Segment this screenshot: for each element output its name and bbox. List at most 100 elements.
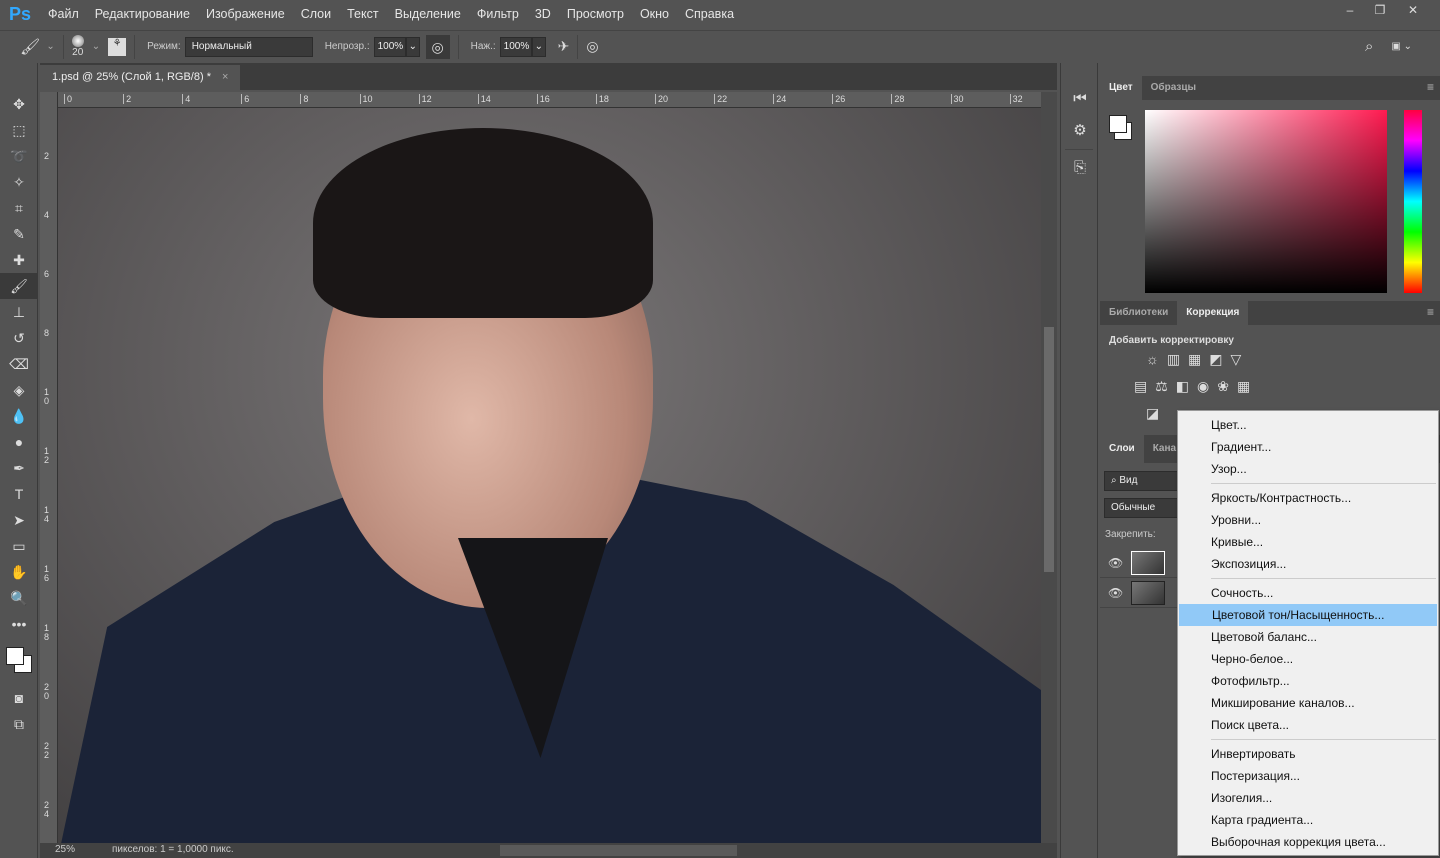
- pressure-opacity-icon[interactable]: ◎: [425, 34, 450, 59]
- canvas-photo[interactable]: [58, 108, 1041, 843]
- type-tool-icon[interactable]: T: [0, 481, 38, 507]
- menu-item-brightness-contrast[interactable]: Яркость/Контрастность...: [1178, 487, 1438, 509]
- layer-row[interactable]: 👁: [1100, 578, 1180, 608]
- menu-item-selective-color[interactable]: Выборочная коррекция цвета...: [1178, 831, 1438, 853]
- brush-tool-icon[interactable]: 🖌: [0, 273, 38, 299]
- menu-item-gradient[interactable]: Градиент...: [1178, 436, 1438, 458]
- move-tool-icon[interactable]: ✥: [0, 91, 38, 117]
- color-field[interactable]: [1145, 110, 1387, 293]
- menu-item-invert[interactable]: Инвертировать: [1178, 743, 1438, 765]
- layer-row[interactable]: 👁: [1100, 548, 1180, 578]
- flow-input[interactable]: 100%: [499, 36, 532, 57]
- menu-item-channel-mixer[interactable]: Микширование каналов...: [1178, 692, 1438, 714]
- brush-panel-icon[interactable]: ⚘: [108, 37, 127, 56]
- horizontal-scrollbar[interactable]: [500, 845, 737, 856]
- quick-mask-icon[interactable]: ◙: [0, 685, 38, 711]
- magic-wand-icon[interactable]: ✧: [0, 169, 38, 195]
- color-swatches[interactable]: [0, 637, 37, 685]
- pen-tool-icon[interactable]: ✒: [0, 455, 38, 481]
- menu-3d[interactable]: 3D: [527, 7, 559, 21]
- menu-item-solid-color[interactable]: Цвет...: [1178, 414, 1438, 436]
- airbrush-icon[interactable]: ✈: [558, 38, 570, 55]
- path-select-icon[interactable]: ➤: [0, 507, 38, 533]
- blur-tool-icon[interactable]: 💧: [0, 403, 38, 429]
- close-tab-icon[interactable]: ×: [222, 71, 228, 83]
- eye-icon[interactable]: 👁: [1108, 556, 1123, 570]
- menu-item-vibrance[interactable]: Сочность...: [1178, 582, 1438, 604]
- menu-layers[interactable]: Слои: [293, 7, 339, 21]
- foreground-color-swatch[interactable]: [1109, 115, 1127, 133]
- chevron-down-icon[interactable]: ⌄: [92, 41, 100, 52]
- tab-swatches[interactable]: Образцы: [1142, 76, 1205, 100]
- menu-file[interactable]: Файл: [40, 7, 87, 21]
- menu-item-pattern[interactable]: Узор...: [1178, 458, 1438, 480]
- panel-menu-icon[interactable]: ≡: [1427, 305, 1434, 319]
- menu-window[interactable]: Окно: [632, 7, 677, 21]
- screen-mode-icon[interactable]: ⧉: [0, 711, 38, 737]
- hue-slider[interactable]: [1404, 110, 1422, 293]
- mode-select[interactable]: Нормальный: [184, 36, 313, 57]
- minimize-icon[interactable]: –: [1335, 0, 1365, 22]
- tab-layers[interactable]: Слои: [1100, 435, 1144, 463]
- foreground-color-swatch[interactable]: [6, 647, 24, 665]
- zoom-level[interactable]: 25%: [55, 844, 75, 855]
- crop-tool-icon[interactable]: ⌗: [0, 195, 38, 221]
- paint-bucket-icon[interactable]: ◈: [0, 377, 38, 403]
- menu-item-gradient-map[interactable]: Карта градиента...: [1178, 809, 1438, 831]
- dodge-tool-icon[interactable]: ●: [0, 429, 38, 455]
- properties-panel-icon[interactable]: ⚙: [1061, 115, 1099, 147]
- opacity-dropdown[interactable]: ⌄: [405, 36, 420, 57]
- lasso-tool-icon[interactable]: ➰: [0, 143, 38, 169]
- restore-icon[interactable]: ❐: [1365, 0, 1395, 22]
- vertical-scrollbar[interactable]: [1041, 92, 1057, 843]
- menu-view[interactable]: Просмотр: [559, 7, 632, 21]
- menu-item-color-balance[interactable]: Цветовой баланс...: [1178, 626, 1438, 648]
- eraser-icon[interactable]: ⌫: [0, 351, 38, 377]
- brush-tool-icon[interactable]: 🖌: [20, 37, 40, 57]
- scroll-thumb[interactable]: [1044, 327, 1054, 572]
- opacity-input[interactable]: 100%: [373, 36, 406, 57]
- menu-filter[interactable]: Фильтр: [469, 7, 527, 21]
- history-brush-icon[interactable]: ↺: [0, 325, 38, 351]
- menu-item-levels[interactable]: Уровни...: [1178, 509, 1438, 531]
- chevron-down-icon[interactable]: ⌄: [46, 41, 54, 52]
- menu-image[interactable]: Изображение: [198, 7, 293, 21]
- menu-select[interactable]: Выделение: [387, 7, 469, 21]
- menu-item-posterize[interactable]: Постеризация...: [1178, 765, 1438, 787]
- character-panel-icon[interactable]: ⎘: [1061, 152, 1099, 184]
- tab-color[interactable]: Цвет: [1100, 76, 1142, 100]
- menu-item-hue-saturation[interactable]: Цветовой тон/Насыщенность...: [1179, 604, 1437, 626]
- zoom-tool-icon[interactable]: 🔍: [0, 585, 38, 611]
- menu-item-black-white[interactable]: Черно-белое...: [1178, 648, 1438, 670]
- workspace-icon[interactable]: ▣ ⌄: [1391, 41, 1412, 52]
- menu-item-photo-filter[interactable]: Фотофильтр...: [1178, 670, 1438, 692]
- hand-tool-icon[interactable]: ✋: [0, 559, 38, 585]
- history-panel-icon[interactable]: ⏮: [1061, 83, 1099, 115]
- pressure-size-icon[interactable]: ◎: [586, 38, 598, 55]
- close-icon[interactable]: ✕: [1398, 0, 1428, 22]
- adjustment-icons-row-2[interactable]: ▤⚖◧◉❀▦: [1134, 378, 1258, 395]
- flow-dropdown[interactable]: ⌄: [531, 36, 546, 57]
- blend-mode-select[interactable]: Обычные: [1104, 498, 1184, 518]
- layer-filter[interactable]: ⌕ Вид: [1104, 471, 1184, 491]
- adjustment-icons-row-3[interactable]: ◪: [1146, 405, 1159, 422]
- menu-help[interactable]: Справка: [677, 7, 742, 21]
- rectangle-tool-icon[interactable]: ▭: [0, 533, 38, 559]
- tab-adjustments[interactable]: Коррекция: [1177, 301, 1249, 325]
- tab-libraries[interactable]: Библиотеки: [1100, 301, 1177, 325]
- menu-item-exposure[interactable]: Экспозиция...: [1178, 553, 1438, 575]
- eyedropper-icon[interactable]: ✎: [0, 221, 38, 247]
- panel-menu-icon[interactable]: ≡: [1427, 80, 1434, 94]
- brush-preset-picker[interactable]: 20: [71, 35, 84, 58]
- marquee-tool-icon[interactable]: ⬚: [0, 117, 38, 143]
- menu-item-curves[interactable]: Кривые...: [1178, 531, 1438, 553]
- document-tab[interactable]: 1.psd @ 25% (Слой 1, RGB/8) * ×: [40, 65, 241, 90]
- menu-item-threshold[interactable]: Изогелия...: [1178, 787, 1438, 809]
- adjustment-icons-row-1[interactable]: ☼▥▦◩▽: [1146, 351, 1249, 368]
- more-tools-icon[interactable]: •••: [0, 611, 38, 637]
- eye-icon[interactable]: 👁: [1108, 586, 1123, 600]
- menu-type[interactable]: Текст: [339, 7, 386, 21]
- menu-item-color-lookup[interactable]: Поиск цвета...: [1178, 714, 1438, 736]
- stamp-tool-icon[interactable]: ⊥: [0, 299, 38, 325]
- menu-edit[interactable]: Редактирование: [87, 7, 198, 21]
